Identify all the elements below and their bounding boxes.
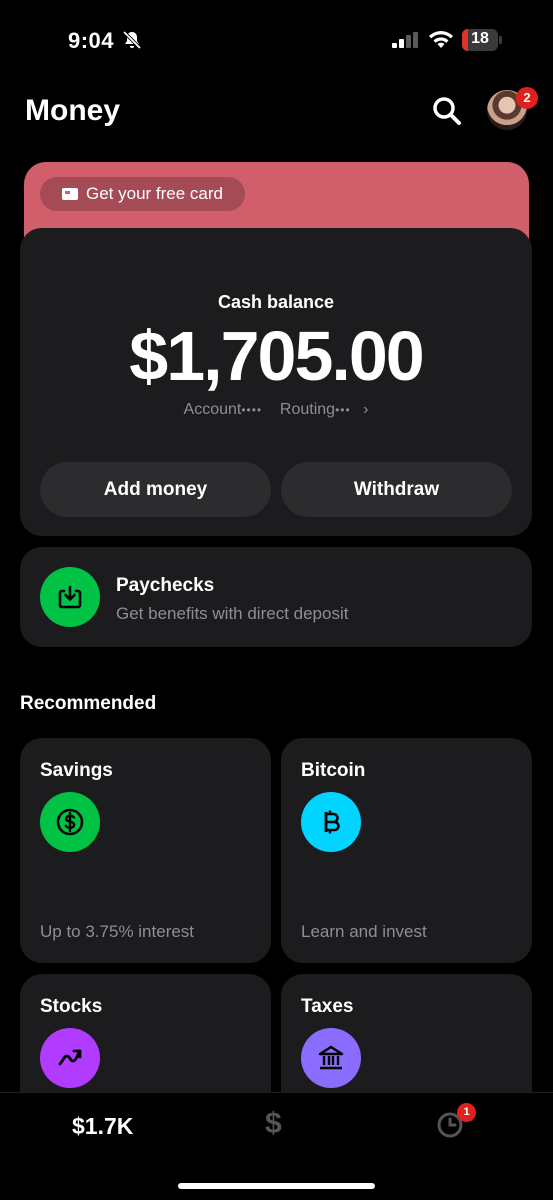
paycheck-icon [40, 567, 100, 627]
bitcoin-tile[interactable]: Bitcoin Learn and invest [281, 738, 532, 963]
bank-icon [301, 1028, 361, 1088]
bitcoin-icon [301, 792, 361, 852]
card-icon [62, 188, 78, 200]
chevron-right-icon: › [363, 401, 369, 418]
recommended-heading: Recommended [20, 693, 157, 714]
routing-label: Routing [279, 401, 336, 418]
withdraw-button[interactable]: Withdraw [281, 462, 512, 517]
taxes-title: Taxes [301, 996, 354, 1017]
paychecks-card[interactable]: Paychecks Get benefits with direct depos… [20, 547, 532, 647]
savings-tile[interactable]: Savings Up to 3.75% interest [20, 738, 271, 963]
cash-balance-amount: $1,705.00 [129, 317, 424, 395]
nav-balance-tab[interactable]: $1.7K [72, 1113, 133, 1140]
paychecks-title: Paychecks [116, 575, 215, 596]
page-title: Money [25, 94, 121, 127]
wifi-icon [429, 31, 453, 48]
nav-dollar-tab[interactable]: $ [265, 1107, 282, 1141]
account-routing-link[interactable]: Account•••• Routing••• › [20, 401, 532, 419]
savings-title: Savings [40, 760, 113, 781]
bitcoin-subtitle: Learn and invest [301, 922, 427, 941]
get-free-card-button[interactable]: Get your free card [40, 177, 245, 211]
status-bar: 9:04 18 [0, 0, 553, 80]
notification-badge: 2 [516, 87, 538, 109]
paychecks-subtitle: Get benefits with direct deposit [116, 604, 349, 623]
cellular-signal-icon [392, 32, 418, 48]
bitcoin-title: Bitcoin [301, 760, 366, 781]
dollar-circle-icon [40, 792, 100, 852]
trend-up-icon [40, 1028, 100, 1088]
search-icon[interactable] [430, 94, 464, 128]
routing-dots: ••• [335, 403, 351, 417]
cash-balance-card: Cash balance $1,705.00 Account•••• Routi… [20, 228, 532, 536]
account-dots: •••• [241, 403, 263, 417]
battery-level: 18 [471, 30, 489, 47]
cash-balance-label: Cash balance [217, 292, 335, 312]
activity-badge: 1 [457, 1103, 476, 1122]
add-money-button[interactable]: Add money [40, 462, 271, 517]
account-label: Account [183, 401, 242, 418]
savings-subtitle: Up to 3.75% interest [40, 922, 195, 941]
get-free-card-label: Get your free card [86, 184, 224, 203]
bell-off-icon [122, 30, 142, 50]
stocks-title: Stocks [40, 996, 103, 1017]
battery-indicator: 18 [462, 29, 502, 51]
status-time: 9:04 [68, 28, 115, 53]
home-indicator [178, 1183, 375, 1189]
